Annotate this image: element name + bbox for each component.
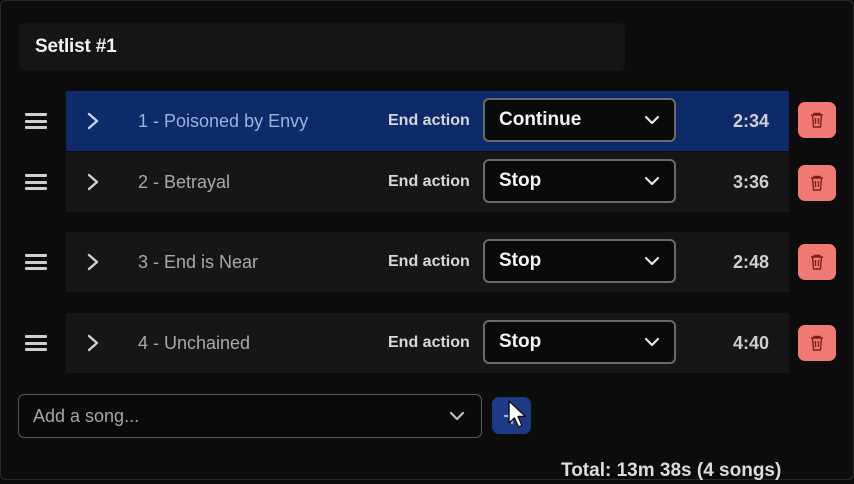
end-action-value: Stop xyxy=(499,170,542,191)
chevron-down-icon xyxy=(644,337,660,347)
song-duration: 2:34 xyxy=(732,111,769,131)
end-action-label: End action xyxy=(388,253,470,270)
setlist-total: Total: 13m 38s (4 songs) xyxy=(561,460,782,481)
song-title: 4 - Unchained xyxy=(138,333,251,353)
drag-handle-icon[interactable] xyxy=(25,335,47,351)
song-item[interactable]: 2 - Betrayal End action Stop 3:36 xyxy=(66,152,789,212)
song-duration: 4:40 xyxy=(732,333,769,353)
mouse-cursor-icon xyxy=(508,400,527,428)
chevron-right-icon[interactable] xyxy=(86,252,100,272)
song-title: 1 - Poisoned by Envy xyxy=(138,111,309,131)
chevron-down-icon xyxy=(644,176,660,186)
song-row: 3 - End is Near End action Stop 2:48 xyxy=(1,232,854,292)
delete-song-button[interactable] xyxy=(798,165,836,201)
trash-icon xyxy=(811,112,823,128)
song-row: 1 - Poisoned by Envy End action Continue… xyxy=(1,91,854,151)
drag-handle-icon[interactable] xyxy=(25,254,47,270)
chevron-down-icon xyxy=(644,256,660,266)
add-song-select[interactable]: Add a song... xyxy=(18,394,482,438)
delete-song-button[interactable] xyxy=(798,244,836,280)
end-action-label: End action xyxy=(388,334,470,351)
trash-icon xyxy=(811,254,823,270)
drag-handle-icon[interactable] xyxy=(25,174,47,190)
song-row: 2 - Betrayal End action Stop 3:36 xyxy=(1,152,854,212)
end-action-select[interactable]: Stop xyxy=(483,159,676,203)
trash-icon xyxy=(811,335,823,351)
delete-song-button[interactable] xyxy=(798,102,836,138)
song-item[interactable]: 3 - End is Near End action Stop 2:48 xyxy=(66,232,789,292)
trash-icon xyxy=(811,175,823,191)
end-action-select[interactable]: Stop xyxy=(483,239,676,283)
song-title: 2 - Betrayal xyxy=(138,172,231,192)
end-action-label: End action xyxy=(388,173,470,190)
end-action-value: Stop xyxy=(499,250,542,271)
chevron-down-icon xyxy=(449,411,465,421)
delete-song-button[interactable] xyxy=(798,325,836,361)
chevron-right-icon[interactable] xyxy=(86,172,100,192)
song-title: 3 - End is Near xyxy=(138,252,259,272)
song-item[interactable]: 4 - Unchained End action Stop 4:40 xyxy=(66,313,789,373)
end-action-select[interactable]: Continue xyxy=(483,98,676,142)
song-duration: 3:36 xyxy=(732,172,769,192)
end-action-label: End action xyxy=(388,112,470,129)
end-action-select[interactable]: Stop xyxy=(483,320,676,364)
end-action-value: Continue xyxy=(499,109,582,130)
chevron-down-icon xyxy=(644,115,660,125)
chevron-right-icon[interactable] xyxy=(86,333,100,353)
setlist-panel: Setlist #1 1 - Poisoned by Envy End acti… xyxy=(0,0,854,481)
song-item[interactable]: 1 - Poisoned by Envy End action Continue… xyxy=(66,91,789,151)
setlist-title[interactable]: Setlist #1 xyxy=(19,23,625,71)
song-duration: 2:48 xyxy=(732,252,769,272)
chevron-right-icon[interactable] xyxy=(86,111,100,131)
drag-handle-icon[interactable] xyxy=(25,113,47,129)
song-row: 4 - Unchained End action Stop 4:40 xyxy=(1,313,854,373)
end-action-value: Stop xyxy=(499,331,542,352)
add-song-placeholder: Add a song... xyxy=(33,405,140,426)
